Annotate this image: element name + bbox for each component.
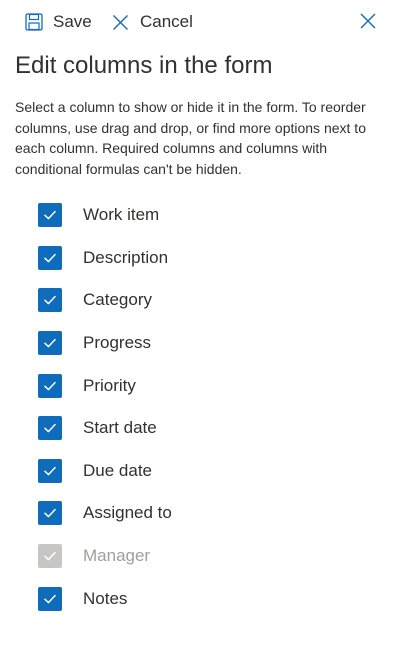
checkmark-icon: [44, 296, 56, 305]
column-checkbox[interactable]: [38, 331, 62, 356]
column-checkbox[interactable]: [38, 245, 62, 270]
column-checkbox[interactable]: [38, 458, 62, 483]
column-label: Assigned to: [83, 503, 172, 523]
column-item: Work item: [0, 194, 400, 237]
column-checkbox[interactable]: [38, 288, 62, 313]
column-list: Work item Description Category Progress Prio…: [0, 194, 400, 620]
column-label: Start date: [83, 418, 157, 438]
column-checkbox[interactable]: [38, 203, 62, 228]
column-item: Category: [0, 279, 400, 322]
column-label: Due date: [83, 460, 152, 480]
column-checkbox[interactable]: [38, 586, 62, 611]
checkmark-icon: [44, 253, 56, 263]
column-item: Due date: [0, 450, 400, 493]
edit-columns-panel: Save Cancel Edit columns in the form Sel…: [0, 0, 400, 662]
column-checkbox[interactable]: [38, 373, 62, 398]
save-button[interactable]: Save: [25, 8, 92, 36]
cancel-icon: [112, 14, 129, 31]
checkmark-icon: [44, 509, 56, 518]
save-label: Save: [53, 12, 92, 31]
toolbar: Save Cancel: [0, 0, 400, 44]
column-checkbox[interactable]: [38, 416, 62, 441]
column-label: Description: [83, 247, 169, 267]
checkmark-icon: [44, 424, 56, 433]
checkmark-icon: [44, 466, 56, 476]
close-button[interactable]: [358, 11, 378, 31]
column-item: Progress: [0, 322, 400, 365]
checkmark-icon: [44, 338, 56, 348]
save-icon: [25, 13, 43, 31]
checkmark-icon: [44, 381, 56, 391]
cancel-button[interactable]: Cancel: [112, 8, 193, 36]
column-item: Description: [0, 237, 400, 280]
column-checkbox[interactable]: [38, 501, 62, 526]
column-label: Priority: [83, 375, 136, 395]
checkmark-icon: [44, 551, 56, 561]
cancel-label: Cancel: [140, 12, 193, 31]
close-icon: [358, 13, 378, 35]
column-label: Progress: [83, 333, 152, 353]
column-item: Start date: [0, 407, 400, 450]
column-checkbox: [38, 544, 62, 569]
column-item: Manager: [0, 535, 400, 578]
column-label: Notes: [83, 588, 128, 608]
column-label: Work item: [83, 205, 160, 225]
checkmark-icon: [44, 594, 56, 603]
column-item: Assigned to: [0, 492, 400, 535]
checkmark-icon: [44, 211, 56, 220]
page-title: Edit columns in the form: [15, 52, 273, 79]
panel-description: Select a column to show or hide it in th…: [15, 99, 366, 177]
column-item: Notes: [0, 577, 400, 620]
column-label: Manager: [83, 546, 151, 566]
column-label: Category: [83, 290, 152, 310]
column-item: Priority: [0, 364, 400, 407]
